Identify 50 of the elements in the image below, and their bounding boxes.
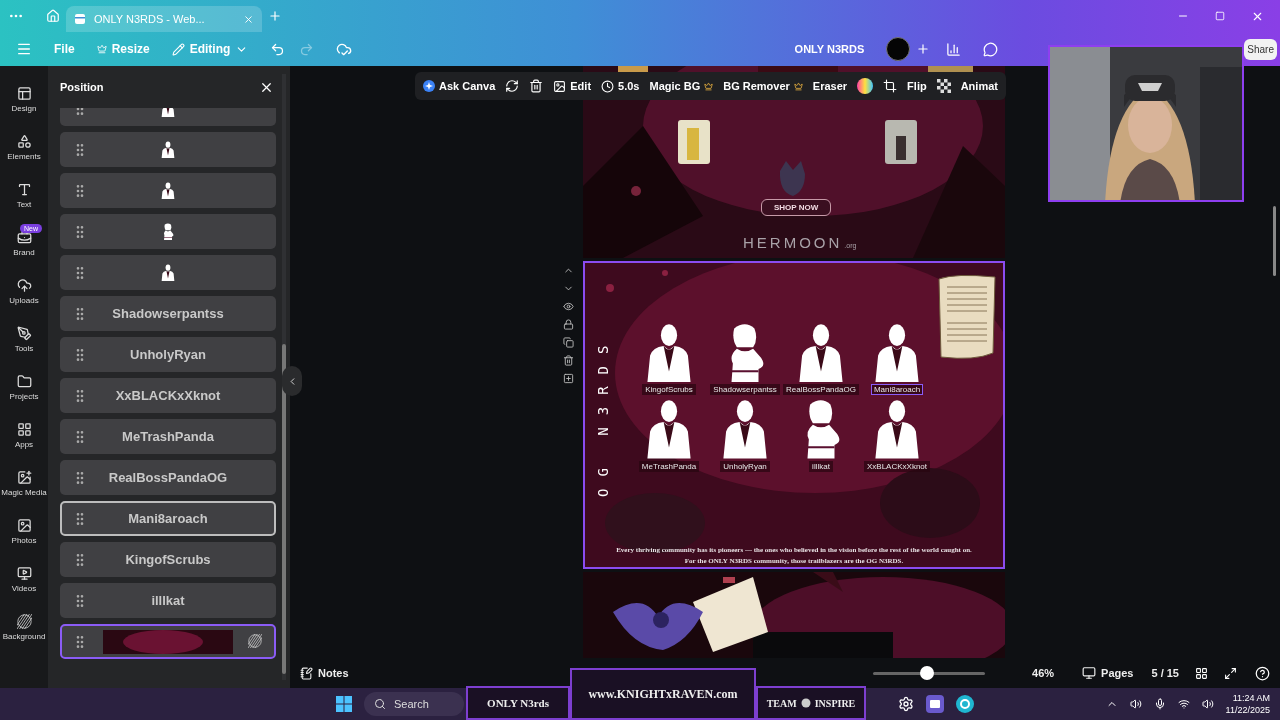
panel-title: Position bbox=[60, 81, 104, 93]
rail-item[interactable]: Magic Media bbox=[0, 464, 48, 508]
layer-item[interactable]: XxBLACKxXknot bbox=[60, 378, 276, 413]
rail-item[interactable]: Photos bbox=[0, 512, 48, 556]
member-name[interactable]: illlkat bbox=[809, 460, 833, 472]
member-name[interactable]: RealBossPandaOG bbox=[783, 384, 859, 396]
member-name[interactable]: KingofScrubs bbox=[642, 384, 696, 396]
overlay-text: ONLY N3rds bbox=[487, 697, 549, 709]
page-count: 5 / 15 bbox=[1151, 667, 1179, 679]
rail-item[interactable]: Tools bbox=[0, 320, 48, 364]
zoom-reading: 46% bbox=[1032, 667, 1055, 679]
layer-item[interactable]: MeTrashPanda bbox=[60, 419, 276, 454]
toolbar-button[interactable]: Flip bbox=[907, 80, 927, 92]
rail-item[interactable]: Text bbox=[0, 176, 48, 220]
toolbar-button[interactable]: Eraser bbox=[812, 80, 848, 92]
clock[interactable]: 11:24 AM 11/22/2025 bbox=[1225, 692, 1270, 716]
toolbar-button[interactable]: Magic BG bbox=[649, 80, 714, 92]
rail-item[interactable]: Videos bbox=[0, 560, 48, 604]
toolbar-button[interactable]: Ask Canva bbox=[423, 80, 496, 92]
toolbar-button[interactable]: Animat bbox=[960, 80, 998, 92]
member-name[interactable]: XxBLACKxXknot bbox=[864, 460, 930, 472]
rail-item[interactable]: Design bbox=[0, 80, 48, 124]
layer-item[interactable]: RealBossPandaOG bbox=[60, 460, 276, 495]
share-button[interactable]: Share bbox=[1244, 38, 1277, 60]
overlay-text: TEAM bbox=[766, 697, 797, 709]
rail-item[interactable]: Projects bbox=[0, 368, 48, 412]
layer-item[interactable]: illlkat bbox=[60, 583, 276, 618]
member-name[interactable]: Mani8aroach bbox=[870, 384, 924, 396]
notes-button[interactable]: Notes bbox=[300, 666, 349, 680]
rail-item[interactable]: Elements bbox=[0, 128, 48, 172]
member-name[interactable]: Shadowserpantss bbox=[710, 384, 780, 396]
layer-item[interactable]: KingofScrubs bbox=[60, 542, 276, 577]
toolbar-button[interactable]: BG Remover bbox=[723, 80, 803, 92]
member-name[interactable]: MeTrashPanda bbox=[638, 460, 700, 472]
rail-item[interactable]: Uploads bbox=[0, 272, 48, 316]
layer-item[interactable]: Shadowserpantss bbox=[60, 296, 276, 331]
shop-now-button[interactable]: SHOP NOW bbox=[761, 199, 832, 216]
overlay-text: INSPIRE bbox=[814, 697, 856, 709]
layer-item[interactable]: Mani8aroach bbox=[60, 501, 276, 536]
document-title: ONLY N3RDS bbox=[794, 43, 865, 55]
rail-item[interactable]: Apps bbox=[0, 416, 48, 460]
member-name[interactable]: UnholyRyan bbox=[720, 460, 770, 472]
toolbar-button[interactable]: 5.0s bbox=[601, 79, 640, 93]
toolbar-button[interactable]: Edit bbox=[553, 79, 592, 93]
rail-item[interactable]: Background bbox=[0, 608, 48, 652]
layer-item[interactable]: UnholyRyan bbox=[60, 337, 276, 372]
overlay-text: www.KNIGHTxRAVEN.com bbox=[588, 686, 738, 702]
vertical-title: OG N3RDS bbox=[595, 332, 611, 497]
pages-button[interactable]: Pages bbox=[1082, 666, 1134, 680]
search-field[interactable]: Search bbox=[364, 692, 464, 716]
